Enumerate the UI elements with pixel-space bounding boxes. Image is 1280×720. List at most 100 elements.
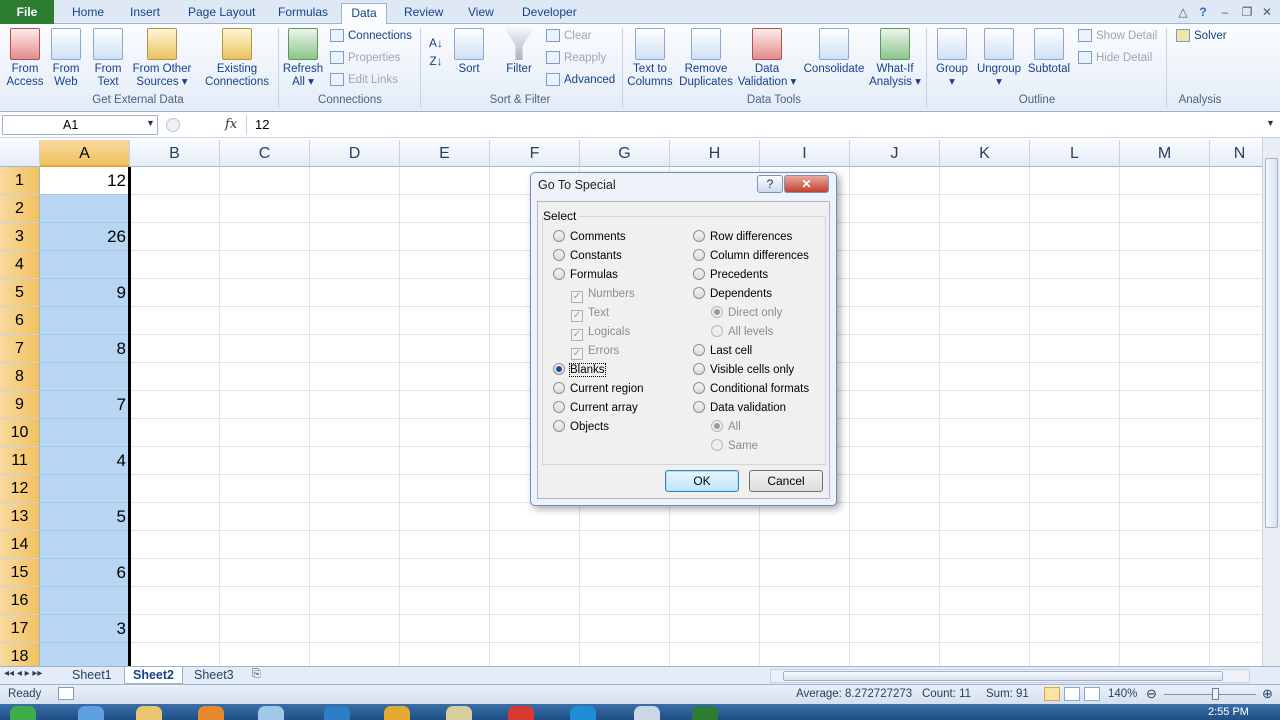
cell[interactable]: [220, 335, 310, 363]
cell-a18[interactable]: [40, 643, 130, 666]
row-header-6[interactable]: 6: [0, 307, 40, 335]
cell[interactable]: [310, 643, 400, 666]
connections-button[interactable]: Connections: [330, 27, 412, 45]
cell[interactable]: [130, 391, 220, 419]
tab-file[interactable]: File: [0, 0, 54, 24]
cell[interactable]: [1030, 531, 1120, 559]
cell[interactable]: [1210, 223, 1262, 251]
column-header-f[interactable]: F: [490, 140, 580, 167]
cell[interactable]: [310, 223, 400, 251]
radio-last-cell[interactable]: Last cell: [693, 343, 752, 359]
row-header-5[interactable]: 5: [0, 279, 40, 307]
cell[interactable]: [850, 643, 940, 666]
row-header-4[interactable]: 4: [0, 251, 40, 279]
ungroup-button[interactable]: Ungroup ▾: [974, 28, 1024, 89]
row-header-14[interactable]: 14: [0, 531, 40, 559]
cell[interactable]: [760, 587, 850, 615]
row-header-2[interactable]: 2: [0, 195, 40, 223]
cell[interactable]: [220, 587, 310, 615]
cell[interactable]: [310, 531, 400, 559]
cell-a15[interactable]: 6: [40, 559, 130, 587]
cell[interactable]: [850, 559, 940, 587]
group-button[interactable]: Group ▾: [930, 28, 974, 89]
cell[interactable]: [580, 615, 670, 643]
cell[interactable]: [1210, 335, 1262, 363]
column-header-k[interactable]: K: [940, 140, 1030, 167]
cell[interactable]: [940, 195, 1030, 223]
select-all-corner[interactable]: [0, 140, 40, 167]
cell[interactable]: [310, 363, 400, 391]
cell[interactable]: [940, 531, 1030, 559]
sort-button[interactable]: Sort: [452, 28, 486, 76]
cell[interactable]: [670, 643, 760, 666]
cell[interactable]: [220, 251, 310, 279]
cell[interactable]: [130, 643, 220, 666]
cell-a16[interactable]: [40, 587, 130, 615]
cell[interactable]: [850, 167, 940, 195]
cell[interactable]: [850, 475, 940, 503]
cell[interactable]: [220, 223, 310, 251]
cell[interactable]: [850, 531, 940, 559]
cell[interactable]: [400, 335, 490, 363]
cell-a4[interactable]: [40, 251, 130, 279]
row-header-17[interactable]: 17: [0, 615, 40, 643]
tab-insert[interactable]: Insert: [126, 3, 164, 24]
cell[interactable]: [130, 447, 220, 475]
tab-review[interactable]: Review: [400, 3, 447, 24]
hide-detail-button[interactable]: Hide Detail: [1078, 49, 1152, 67]
cell[interactable]: [1030, 223, 1120, 251]
text-to-columns-button[interactable]: Text to Columns: [626, 28, 674, 89]
cell[interactable]: [940, 643, 1030, 666]
excel-taskbar-icon[interactable]: [692, 706, 718, 720]
cell[interactable]: [130, 587, 220, 615]
cell[interactable]: [940, 251, 1030, 279]
internet-explorer-icon[interactable]: [78, 706, 104, 720]
cell[interactable]: [310, 307, 400, 335]
cell[interactable]: [400, 559, 490, 587]
cell[interactable]: [220, 559, 310, 587]
cell[interactable]: [130, 419, 220, 447]
cell[interactable]: [850, 223, 940, 251]
cell[interactable]: [1030, 335, 1120, 363]
cell[interactable]: [580, 503, 670, 531]
cell[interactable]: [220, 615, 310, 643]
radio-data-validation[interactable]: Data validation: [693, 400, 786, 416]
cell[interactable]: [220, 167, 310, 195]
cell[interactable]: [940, 615, 1030, 643]
cell[interactable]: [1120, 531, 1210, 559]
cell[interactable]: [670, 503, 760, 531]
radio-blanks[interactable]: Blanks: [553, 362, 606, 378]
cell[interactable]: [1030, 615, 1120, 643]
insert-function-icon[interactable]: fx: [225, 115, 243, 135]
cell[interactable]: [850, 447, 940, 475]
cell[interactable]: [760, 559, 850, 587]
cell[interactable]: [490, 559, 580, 587]
row-header-11[interactable]: 11: [0, 447, 40, 475]
cell[interactable]: [760, 615, 850, 643]
app-icon[interactable]: [258, 706, 284, 720]
macro-record-icon[interactable]: [58, 687, 74, 700]
cell[interactable]: [1030, 503, 1120, 531]
cell[interactable]: [850, 587, 940, 615]
cell[interactable]: [850, 195, 940, 223]
page-break-view-icon[interactable]: [1084, 687, 1100, 701]
row-header-13[interactable]: 13: [0, 503, 40, 531]
cell[interactable]: [940, 419, 1030, 447]
file-explorer-icon[interactable]: [136, 706, 162, 720]
cell[interactable]: [1030, 279, 1120, 307]
name-box[interactable]: A1: [2, 115, 158, 135]
cell[interactable]: [130, 475, 220, 503]
close-button[interactable]: ✕: [784, 175, 829, 193]
cell-a3[interactable]: 26: [40, 223, 130, 251]
column-header-i[interactable]: I: [760, 140, 850, 167]
cell[interactable]: [220, 195, 310, 223]
cell[interactable]: [400, 195, 490, 223]
cell[interactable]: [940, 223, 1030, 251]
expand-formula-bar-icon[interactable]: ▼: [1266, 118, 1275, 128]
sheet-tab-sheet3[interactable]: Sheet3: [186, 667, 242, 684]
cell[interactable]: [580, 643, 670, 666]
cell[interactable]: [490, 531, 580, 559]
radio-row-differences[interactable]: Row differences: [693, 229, 792, 245]
cell[interactable]: [220, 307, 310, 335]
cell[interactable]: [760, 643, 850, 666]
